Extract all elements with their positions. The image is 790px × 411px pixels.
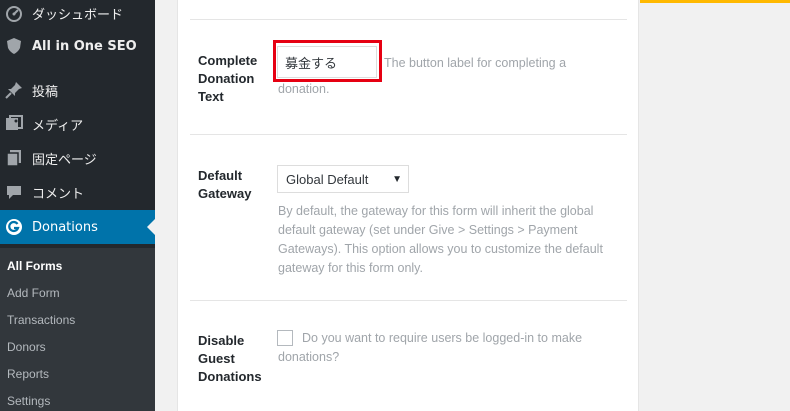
submenu-item-transactions[interactable]: Transactions — [7, 313, 75, 327]
submenu-item-reports[interactable]: Reports — [7, 367, 49, 381]
sidebar-item-comments[interactable]: コメント — [0, 175, 155, 209]
shield-icon — [4, 36, 24, 56]
section-divider — [190, 300, 627, 301]
sidebar-item-label: 固定ページ — [32, 152, 97, 168]
label-line: Guest — [198, 351, 235, 366]
sidebar-item-label: ダッシュボード — [32, 7, 124, 23]
disable-guest-desc-line1: Do you want to require users be logged-i… — [302, 331, 583, 345]
sidebar-item-label: Donations — [32, 219, 98, 235]
sidebar-item-donations[interactable]: Donations — [0, 210, 155, 244]
sidebar-item-pages[interactable]: 固定ページ — [0, 141, 155, 175]
sidebar-item-media[interactable]: メディア — [0, 107, 155, 141]
label-line: Default — [198, 168, 243, 183]
desc-line: Gateways). This option allows you to cus… — [278, 242, 603, 256]
section-divider — [190, 19, 627, 20]
sidebar-item-label: コメント — [32, 186, 85, 202]
label-line: Gateway — [198, 186, 252, 201]
default-gateway-label: Default Gateway — [198, 167, 268, 203]
sidebar-item-dashboard[interactable]: ダッシュボード — [0, 0, 155, 26]
disable-guest-desc-line2: donations? — [278, 350, 340, 364]
media-icon — [4, 114, 24, 134]
gateway-select[interactable]: Global Default ▼ — [277, 165, 409, 193]
pin-icon — [4, 80, 24, 100]
give-icon — [4, 217, 24, 237]
complete-donation-text-desc-line2: donation. — [278, 82, 330, 96]
sidebar-item-label: 投稿 — [32, 84, 59, 100]
complete-donation-text-input[interactable]: 募金する — [277, 46, 377, 78]
section-divider — [190, 134, 627, 135]
submenu-item-donors[interactable]: Donors — [7, 340, 46, 354]
submenu-item-add-form[interactable]: Add Form — [7, 286, 60, 300]
sidebar-item-label: メディア — [32, 118, 84, 134]
pages-icon — [4, 148, 24, 168]
label-line: Donation — [198, 71, 255, 86]
sidebar-item-aioseo[interactable]: All in One SEO — [0, 29, 155, 63]
disable-guest-checkbox[interactable] — [277, 330, 293, 346]
notice-strip — [640, 0, 790, 3]
complete-donation-text-desc-line1: The button label for completing a — [384, 56, 567, 70]
label-line: Text — [198, 89, 224, 104]
label-line: Complete — [198, 53, 258, 68]
comment-icon — [4, 182, 24, 202]
default-gateway-desc: By default, the gateway for this form wi… — [278, 202, 628, 278]
sidebar-item-posts[interactable]: 投稿 — [0, 73, 155, 107]
donations-submenu: All Forms Add Form Transactions Donors R… — [0, 248, 155, 411]
desc-line: gateway for this form only. — [278, 261, 423, 275]
desc-line: default gateway (set under Give > Settin… — [278, 223, 578, 237]
sidebar-item-label: All in One SEO — [32, 38, 137, 54]
complete-donation-text-label: Complete Donation Text — [198, 52, 268, 106]
label-line: Donations — [198, 369, 262, 384]
submenu-item-all-forms[interactable]: All Forms — [7, 259, 62, 273]
admin-sidebar: ダッシュボード All in One SEO 投稿 メディア 固定ページ コメン… — [0, 0, 155, 411]
dashboard-icon — [4, 3, 24, 23]
label-line: Disable — [198, 333, 245, 348]
chevron-down-icon: ▼ — [392, 174, 402, 185]
submenu-item-settings[interactable]: Settings — [7, 394, 50, 408]
desc-line: By default, the gateway for this form wi… — [278, 204, 594, 218]
disable-guest-donations-label: Disable Guest Donations — [198, 332, 268, 386]
gateway-select-value: Global Default — [286, 171, 369, 187]
